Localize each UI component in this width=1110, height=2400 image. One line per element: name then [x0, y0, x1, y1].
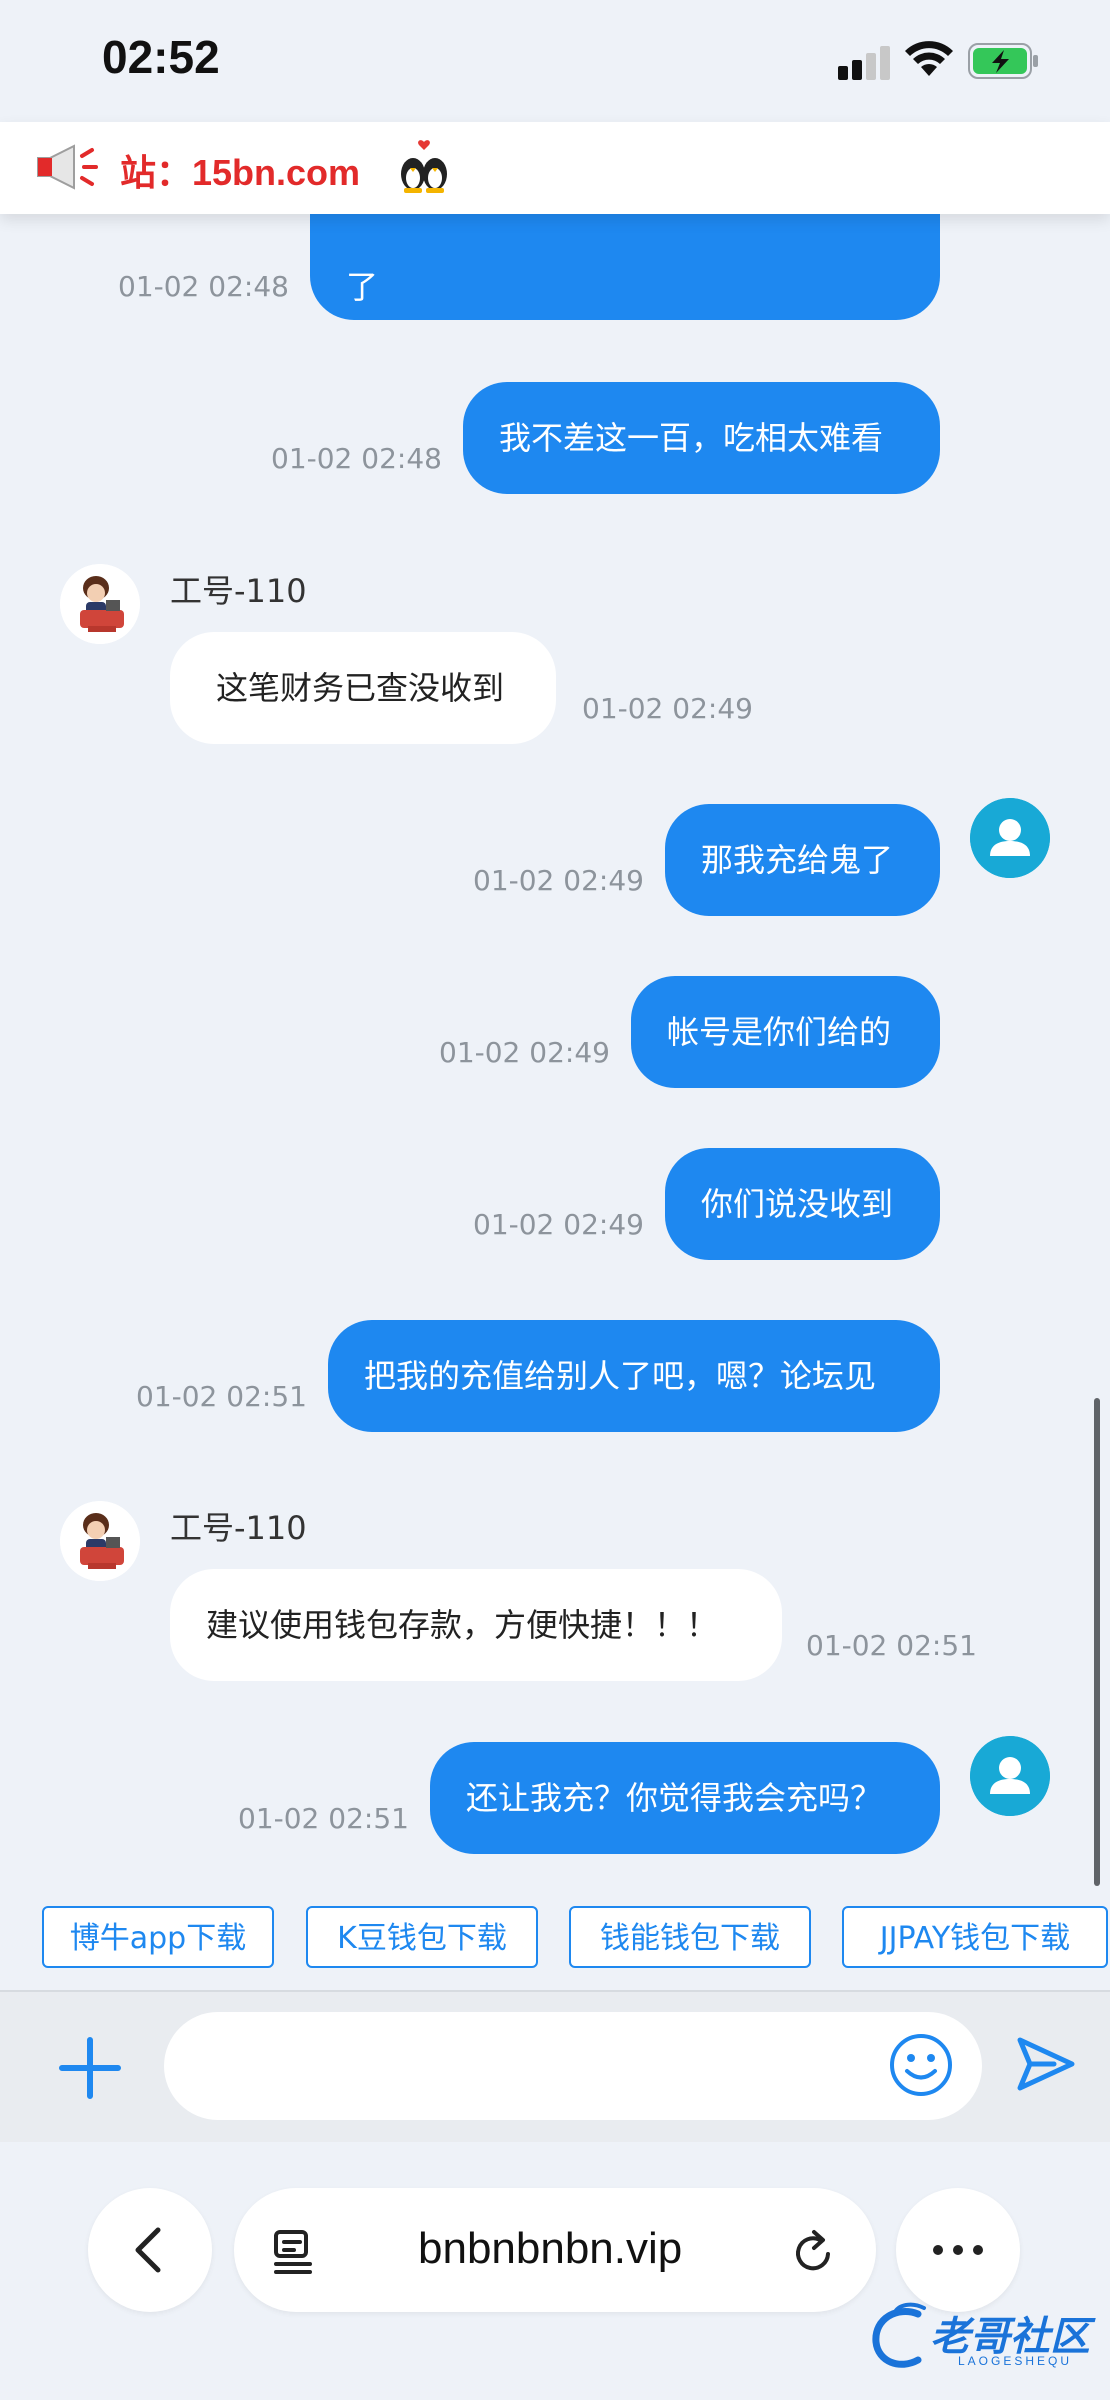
megaphone-icon [37, 144, 98, 190]
quick-link-kdou-wallet[interactable]: K豆钱包下载 [306, 1906, 538, 1968]
quick-link-bonu-app[interactable]: 博牛app下载 [42, 1906, 274, 1968]
message-time: 01-02 02:49 [439, 1036, 610, 1069]
user-avatar[interactable] [970, 798, 1050, 878]
user-avatar-icon [970, 798, 1050, 878]
signal-icon [838, 46, 890, 80]
send-icon[interactable] [1014, 2034, 1078, 2094]
chat-scrollbar[interactable] [1094, 1398, 1100, 1886]
url-text: bnbnbnbn.vip [418, 2224, 683, 2273]
agent-avatar-icon [60, 1501, 140, 1581]
status-bar: 02:52 [0, 0, 1110, 122]
message-time: 01-02 02:49 [473, 1208, 644, 1241]
emoji-icon[interactable] [888, 2032, 954, 2098]
message-bubble-out: 把我的充值给别人了吧，嗯？论坛见 [328, 1320, 940, 1432]
agent-avatar-icon [60, 564, 140, 644]
reload-icon[interactable] [790, 2226, 838, 2276]
message-time: 01-02 02:49 [473, 864, 644, 897]
message-bubble-out: 帐号是你们给的 [631, 976, 940, 1088]
more-horizontal-icon [933, 2245, 983, 2255]
message-time: 01-02 02:51 [238, 1802, 409, 1835]
message-bubble-out: 那我充给鬼了 [665, 804, 940, 916]
back-button[interactable] [88, 2188, 212, 2312]
chat-messages[interactable]: 了 01-02 02:48 我不差这一百，吃相太难看 01-02 02:48 工… [0, 214, 1110, 1890]
message-time: 01-02 02:48 [271, 442, 442, 475]
message-time: 01-02 02:49 [582, 692, 753, 725]
message-bubble-out: 我不差这一百，吃相太难看 [463, 382, 940, 494]
watermark: 老哥社区 LAOGESHEQU [868, 2300, 1090, 2384]
message-time: 01-02 02:48 [118, 270, 289, 303]
user-avatar[interactable] [970, 1736, 1050, 1816]
sender-name: 工号-110 [170, 572, 307, 610]
reader-mode-icon[interactable] [270, 2228, 318, 2274]
wifi-icon [905, 41, 953, 76]
watermark-subtext: LAOGESHEQU [958, 2354, 1073, 2368]
message-time: 01-02 02:51 [806, 1629, 977, 1662]
chevron-left-icon [135, 2227, 161, 2273]
more-button[interactable] [896, 2188, 1020, 2312]
battery-icon [968, 43, 1038, 79]
notice-bar: 站：15bn.com [0, 122, 1110, 214]
message-bubble-out: 还让我充？你觉得我会充吗？ [430, 1742, 940, 1854]
agent-avatar[interactable] [60, 564, 140, 644]
quick-link-jjpay-wallet[interactable]: JJPAY钱包下载 [842, 1906, 1108, 1968]
message-bubble-in: 建议使用钱包存款，方便快捷！！！ [170, 1569, 782, 1681]
message-bubble-out: 了 [310, 214, 940, 320]
watermark-logo-icon [872, 2302, 926, 2368]
plus-icon[interactable] [58, 2036, 122, 2100]
quick-link-qianneng-wallet[interactable]: 钱能钱包下载 [569, 1906, 811, 1968]
message-input[interactable] [164, 2012, 982, 2120]
agent-avatar[interactable] [60, 1501, 140, 1581]
message-input-row [0, 1992, 1110, 2142]
quick-links-bar: 博牛app下载 K豆钱包下载 钱能钱包下载 JJPAY钱包下载 [0, 1890, 1110, 1992]
address-bar[interactable]: bnbnbnbn.vip [234, 2188, 876, 2312]
message-bubble-out: 你们说没收到 [665, 1148, 940, 1260]
notice-text: 站：15bn.com [120, 152, 361, 193]
status-time: 02:52 [102, 31, 220, 83]
message-time: 01-02 02:51 [136, 1380, 307, 1413]
sender-name: 工号-110 [170, 1509, 307, 1547]
user-avatar-icon [970, 1736, 1050, 1816]
message-bubble-in: 这笔财务已查没收到 [170, 632, 556, 744]
penguin-couple-icon [401, 140, 447, 193]
